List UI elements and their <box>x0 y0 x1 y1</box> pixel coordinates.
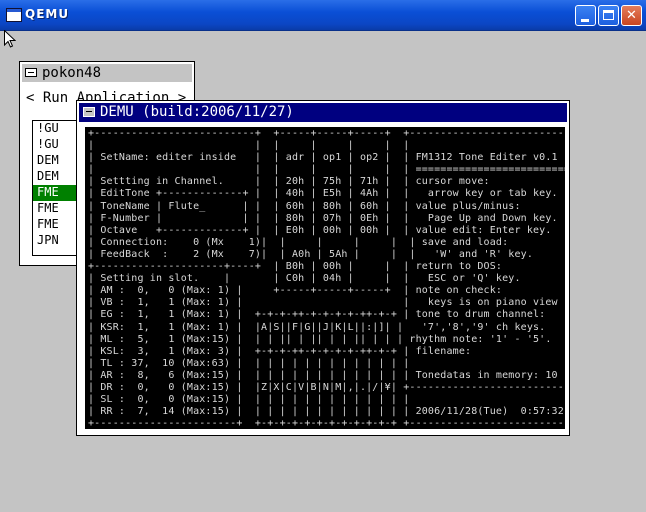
mouse-pointer-icon <box>4 30 16 48</box>
demu-title-bar[interactable]: DEMU (build:2006/11/27) <box>79 103 567 122</box>
pokon48-title-bar[interactable]: pokon48 <box>22 64 192 82</box>
dos-terminal-screen[interactable]: +--------------------------+ +-----+----… <box>85 127 565 429</box>
pokon48-title: pokon48 <box>42 65 102 81</box>
qemu-title-bar[interactable]: QEMU ✕ <box>0 0 646 31</box>
window-app-icon[interactable] <box>6 8 22 22</box>
minimize-button[interactable] <box>575 5 596 26</box>
demu-window: DEMU (build:2006/11/27) +---------------… <box>76 100 570 436</box>
window-menu-icon[interactable] <box>25 68 37 77</box>
maximize-button[interactable] <box>598 5 619 26</box>
close-icon: ✕ <box>626 8 637 23</box>
window-title: QEMU <box>25 7 70 21</box>
tone-editor-text: +--------------------------+ +-----+----… <box>88 128 565 429</box>
close-button[interactable]: ✕ <box>621 5 642 26</box>
window-menu-icon[interactable] <box>83 107 95 117</box>
demu-title: DEMU (build:2006/11/27) <box>100 104 294 120</box>
